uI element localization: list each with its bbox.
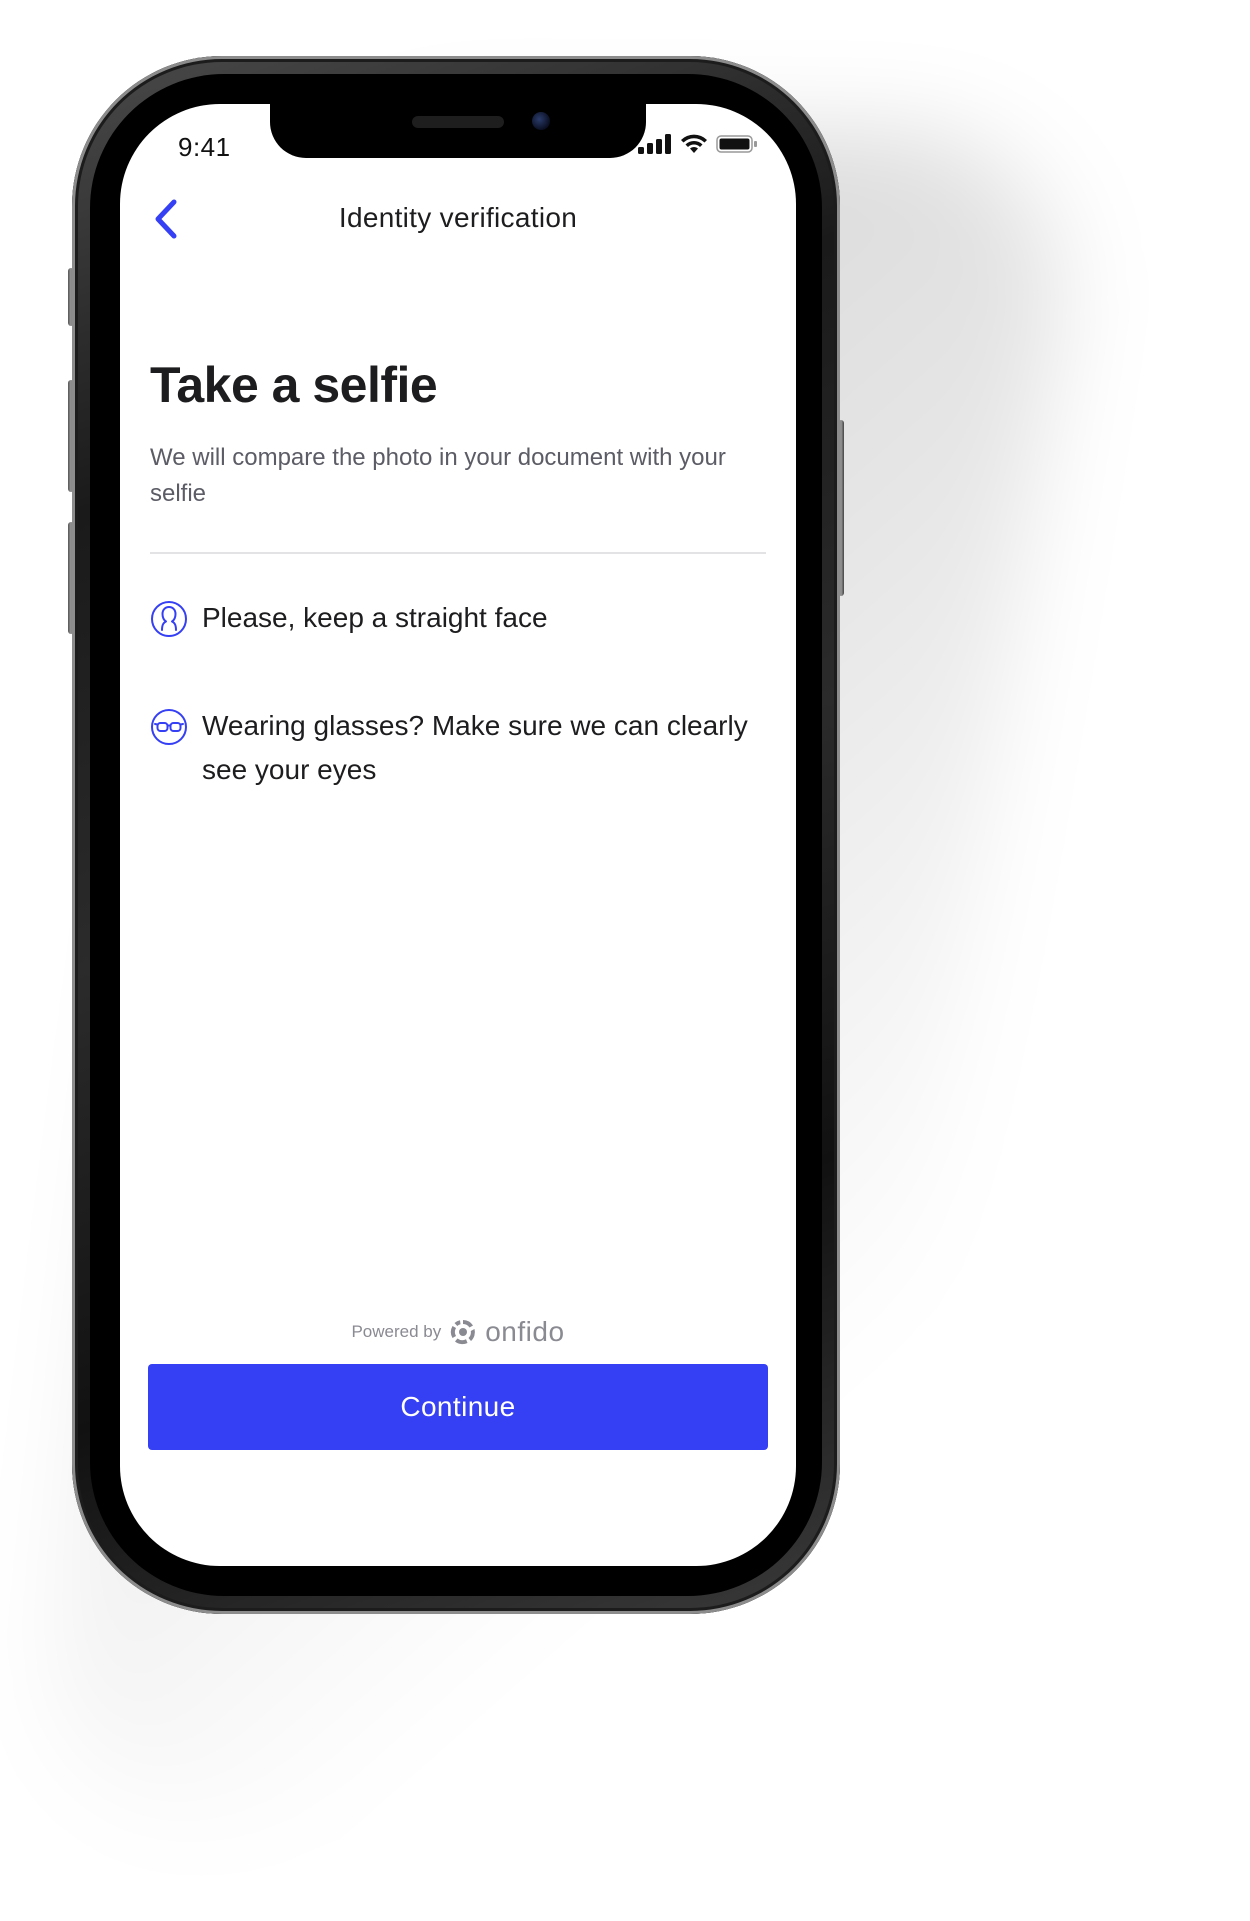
navigation-bar: Identity verification	[120, 184, 796, 254]
front-camera	[532, 112, 550, 130]
powered-by-onfido: Powered by onfido	[120, 1316, 796, 1348]
wifi-icon	[681, 134, 707, 153]
divider	[150, 552, 766, 554]
tip-item-straight-face: Please, keep a straight face	[150, 600, 772, 640]
face-outline-icon	[151, 601, 187, 637]
onfido-logo-icon	[451, 1320, 476, 1345]
notch	[270, 104, 646, 158]
mockup-stage: 9:41 Identity verification Take a selfie…	[0, 0, 1250, 1921]
status-icons	[638, 134, 758, 154]
glasses-icon	[151, 709, 187, 745]
continue-button[interactable]: Continue	[148, 1364, 768, 1450]
onfido-brand: onfido	[485, 1316, 565, 1347]
powered-by-label: Powered by	[351, 1322, 442, 1341]
speaker-grille	[412, 116, 504, 128]
tip-text: Wearing glasses? Make sure we can clearl…	[202, 710, 748, 785]
nav-title: Identity verification	[338, 202, 578, 233]
tip-text: Please, keep a straight face	[202, 602, 548, 633]
page-subtitle: We will compare the photo in your docume…	[150, 444, 726, 507]
status-time: 9:41	[178, 132, 231, 162]
battery-icon	[716, 135, 757, 153]
phone-screen: 9:41 Identity verification Take a selfie…	[120, 104, 796, 1566]
cellular-signal-icon	[638, 134, 671, 154]
tip-item-glasses: Wearing glasses? Make sure we can clearl…	[150, 708, 772, 792]
page-title: Take a selfie	[150, 357, 438, 413]
